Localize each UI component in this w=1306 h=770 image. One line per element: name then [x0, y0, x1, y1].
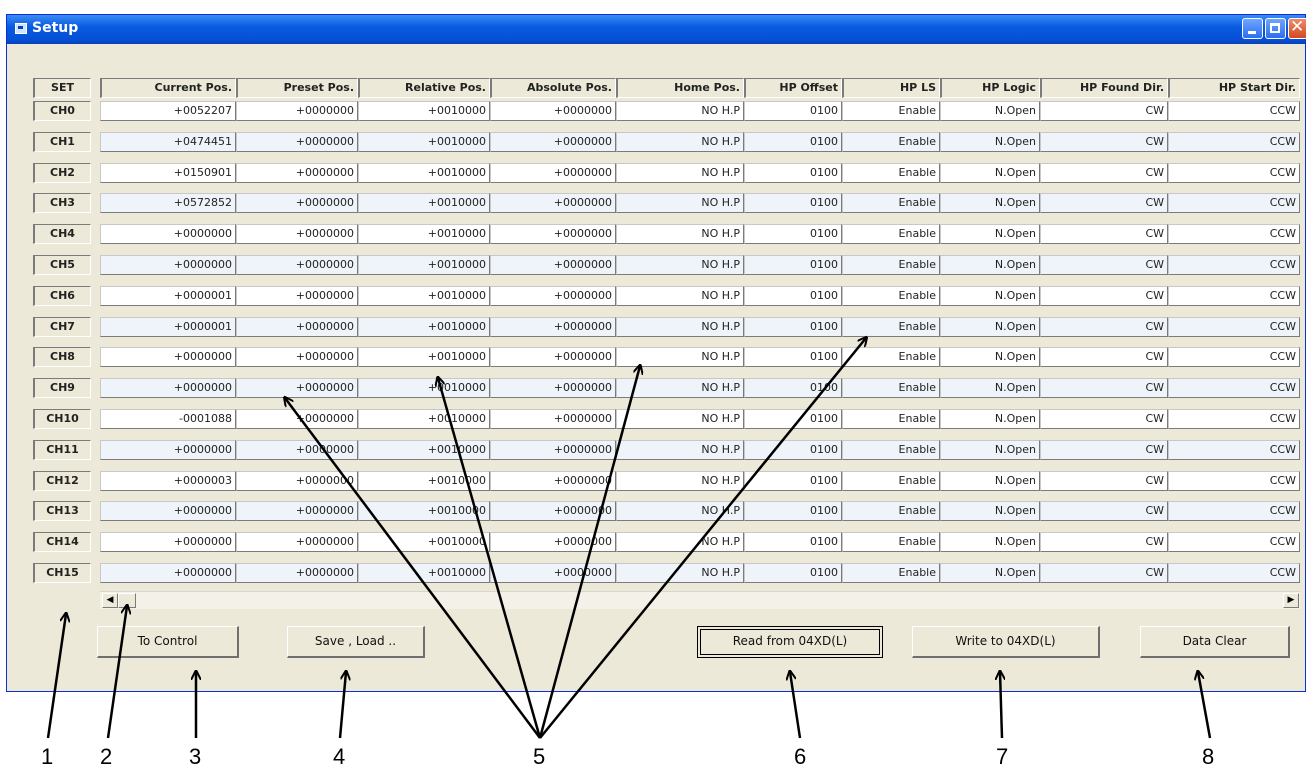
callout-6: 6	[794, 744, 807, 769]
arrow-6	[790, 672, 802, 739]
arrow-1	[46, 614, 66, 739]
arrow-7	[1000, 672, 1002, 739]
callout-3: 3	[189, 744, 202, 769]
callout-7: 7	[996, 744, 1009, 769]
arrow-5c	[538, 366, 640, 739]
callout-2: 2	[100, 744, 113, 769]
arrow-5a	[285, 398, 541, 739]
arrow-5d	[539, 338, 866, 739]
arrow-5b	[438, 378, 542, 739]
callout-8: 8	[1202, 744, 1215, 769]
arrow-2	[106, 606, 127, 739]
arrow-8	[1198, 672, 1212, 739]
callout-5: 5	[533, 744, 546, 769]
annotation-arrows	[46, 0, 1212, 739]
callout-1: 1	[41, 744, 54, 769]
arrow-4	[338, 672, 346, 739]
callout-4: 4	[333, 744, 346, 769]
